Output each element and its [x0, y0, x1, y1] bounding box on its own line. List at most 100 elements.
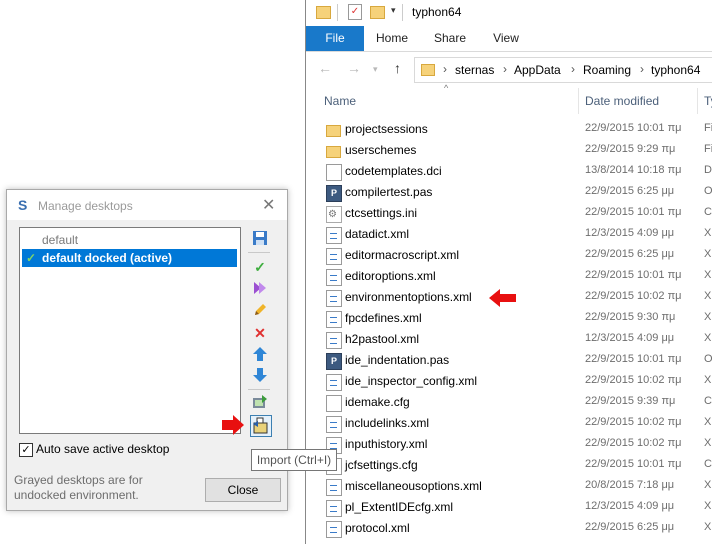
breadcrumb-separator-icon[interactable]: › [571, 62, 575, 76]
column-divider[interactable] [697, 88, 698, 114]
tab-file[interactable]: File [306, 26, 364, 51]
table-row[interactable]: protocol.xml 22/9/2015 6:25 μμ X [306, 518, 712, 539]
file-date-modified: 20/8/2015 7:18 μμ [585, 479, 675, 491]
close-button[interactable]: Close [205, 478, 281, 502]
desktop-label: default docked (active) [42, 251, 173, 265]
breadcrumb-typhon64[interactable]: typhon64 [651, 63, 700, 77]
table-row[interactable]: editormacroscript.xml 22/9/2015 6:25 μμ X [306, 245, 712, 266]
table-row[interactable]: ctcsettings.ini 22/9/2015 10:01 πμ C [306, 203, 712, 224]
table-row[interactable]: userschemes 22/9/2015 9:29 πμ Fi [306, 140, 712, 161]
import-tooltip: Import (Ctrl+I) [251, 449, 337, 471]
table-row[interactable]: pl_ExtentIDEcfg.xml 12/3/2015 4:09 μμ X [306, 497, 712, 518]
xml-file-icon [326, 248, 342, 265]
file-date-modified: 22/9/2015 6:25 μμ [585, 521, 675, 533]
new-folder-icon[interactable] [370, 6, 385, 19]
xml-file-icon [326, 521, 342, 538]
xml-file-icon [326, 479, 342, 496]
desktop-label: default [42, 233, 79, 247]
column-header-date-modified[interactable]: Date modified [585, 94, 659, 108]
file-name: codetemplates.dci [345, 164, 442, 178]
breadcrumb-appdata[interactable]: AppData [514, 63, 561, 77]
properties-icon[interactable]: ✓ [348, 4, 362, 20]
checkbox-checked-icon[interactable]: ✓ [19, 443, 33, 457]
file-name: miscellaneousoptions.xml [345, 479, 482, 493]
table-row[interactable]: h2pastool.xml 12/3/2015 4:09 μμ X [306, 329, 712, 350]
file-name: ide_indentation.pas [345, 353, 450, 367]
ribbon-tabs: File Home Share View [306, 26, 712, 52]
forward-arrow-icon[interactable]: → [347, 60, 361, 76]
table-row[interactable]: miscellaneousoptions.xml 20/8/2015 7:18 μ… [306, 476, 712, 497]
xml-file-icon [326, 269, 342, 286]
xml-file-icon [326, 416, 342, 433]
explorer-title-bar: ✓ ▾ typhon64 [306, 0, 712, 25]
xml-file-icon [326, 500, 342, 517]
dialog-title: Manage desktops [38, 199, 133, 213]
tab-home[interactable]: Home [372, 26, 412, 51]
file-date-modified: 22/9/2015 10:02 πμ [585, 416, 682, 428]
delete-icon[interactable]: ✕ [250, 324, 270, 342]
column-header-type[interactable]: Ty [704, 94, 712, 108]
tab-share[interactable]: Share [430, 26, 470, 51]
breadcrumb-separator-icon[interactable]: › [640, 62, 644, 76]
breadcrumb-sternas[interactable]: sternas [455, 63, 494, 77]
checkmark-icon: ✓ [26, 251, 37, 265]
autosave-label: Auto save active desktop [36, 442, 170, 456]
set-active-checkmark-icon[interactable]: ✓ [250, 258, 270, 276]
file-name: ctcsettings.ini [345, 206, 418, 220]
separator [337, 4, 338, 21]
table-row[interactable]: idemake.cfg 22/9/2015 9:39 πμ C [306, 392, 712, 413]
save-icon[interactable] [250, 230, 270, 248]
table-row[interactable]: projectsessions 22/9/2015 10:01 πμ Fi [306, 119, 712, 140]
table-row[interactable]: Pide_indentation.pas 22/9/2015 10:01 πμ O [306, 350, 712, 371]
export-icon[interactable] [250, 394, 270, 412]
address-bar[interactable]: › sternas › AppData › Roaming › typhon64 [414, 57, 712, 83]
file-date-modified: 22/9/2015 9:30 πμ [585, 311, 676, 323]
table-row[interactable]: codetemplates.dci 13/8/2014 10:18 πμ D [306, 161, 712, 182]
breadcrumb-roaming[interactable]: Roaming [583, 63, 631, 77]
file-type: C [704, 458, 712, 470]
table-row[interactable]: datadict.xml 12/3/2015 4:09 μμ X [306, 224, 712, 245]
folder-icon [326, 125, 341, 137]
table-row[interactable]: ide_inspector_config.xml 22/9/2015 10:02 … [306, 371, 712, 392]
back-arrow-icon[interactable]: ← [318, 60, 332, 76]
list-item[interactable]: default [22, 231, 237, 249]
red-arrow-annotation [489, 288, 517, 308]
window-title: typhon64 [412, 5, 462, 19]
separator [402, 4, 403, 21]
file-date-modified: 22/9/2015 10:01 πμ [585, 353, 682, 365]
rename-icon[interactable] [250, 280, 270, 298]
red-arrow-annotation [221, 413, 245, 437]
file-date-modified: 13/8/2014 10:18 πμ [585, 164, 682, 176]
column-divider[interactable] [578, 88, 579, 114]
breadcrumb-separator-icon[interactable]: › [503, 62, 507, 76]
folder-icon [326, 146, 341, 158]
import-button[interactable] [250, 415, 272, 437]
edit-pencil-icon[interactable] [250, 302, 270, 320]
desktop-list[interactable]: default ✓ default docked (active) [19, 227, 241, 434]
close-icon[interactable]: ✕ [262, 195, 275, 215]
quick-access-dropdown-icon[interactable]: ▾ [391, 5, 396, 16]
table-row[interactable]: jcfsettings.cfg 22/9/2015 10:01 πμ C [306, 455, 712, 476]
table-row[interactable]: editoroptions.xml 22/9/2015 10:01 πμ X [306, 266, 712, 287]
column-header-name[interactable]: Name [324, 94, 356, 108]
move-up-arrow-icon[interactable] [250, 346, 270, 364]
toolbar-separator [248, 389, 270, 390]
file-name: projectsessions [345, 122, 428, 136]
file-date-modified: 22/9/2015 6:25 μμ [585, 248, 675, 260]
move-down-arrow-icon[interactable] [250, 367, 270, 385]
tab-view[interactable]: View [488, 26, 524, 51]
up-arrow-icon[interactable]: ↑ [394, 60, 401, 76]
table-row[interactable]: inputhistory.xml 22/9/2015 10:02 πμ X [306, 434, 712, 455]
file-type: X [704, 248, 712, 260]
table-row[interactable]: includelinks.xml 22/9/2015 10:02 πμ X [306, 413, 712, 434]
dialog-title-bar: S Manage desktops ✕ [7, 190, 287, 220]
breadcrumb-separator-icon[interactable]: › [443, 62, 447, 76]
table-row[interactable]: fpcdefines.xml 22/9/2015 9:30 πμ X [306, 308, 712, 329]
list-item-selected[interactable]: ✓ default docked (active) [22, 249, 237, 267]
file-date-modified: 22/9/2015 10:01 πμ [585, 269, 682, 281]
file-name: idemake.cfg [345, 395, 410, 409]
table-row[interactable]: Pcompilertest.pas 22/9/2015 6:25 μμ O [306, 182, 712, 203]
file-date-modified: 22/9/2015 10:02 πμ [585, 437, 682, 449]
file-type: D [704, 164, 712, 176]
recent-dropdown-icon[interactable]: ▾ [373, 64, 378, 75]
